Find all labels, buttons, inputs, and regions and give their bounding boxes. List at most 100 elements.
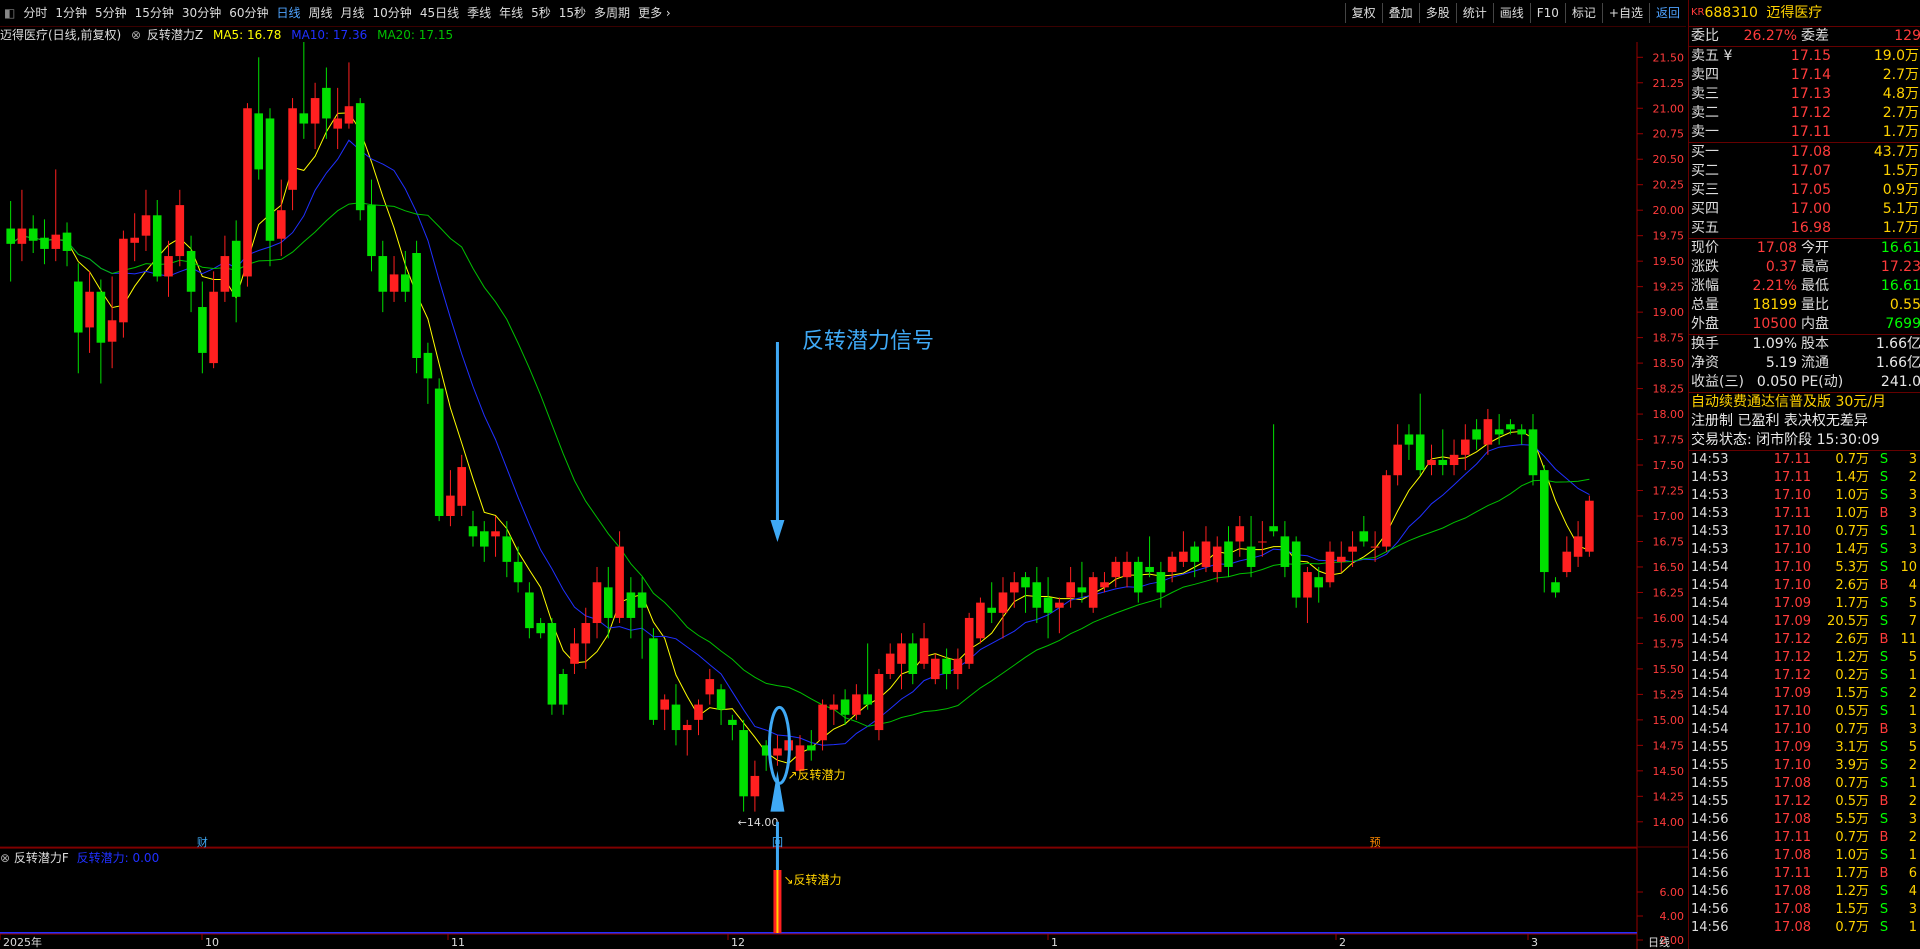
buy-volume: 43.7万 (1873, 144, 1919, 160)
period-tab-6[interactable]: 日线 (272, 3, 304, 23)
tick-row: 14:53 17.11 1.0万 B 3 (1689, 505, 1920, 523)
sub-signal-label: ↘反转潜力 (783, 872, 841, 887)
period-tab-15[interactable]: 多周期 (590, 3, 634, 23)
period-tab-5[interactable]: 60分钟 (225, 3, 272, 23)
tick-volume: 1.4万 (1835, 542, 1869, 557)
period-tab-14[interactable]: 15秒 (555, 3, 590, 23)
tick-row: 14:54 17.10 0.7万 B 3 (1689, 721, 1920, 739)
period-tab-4[interactable]: 30分钟 (178, 3, 225, 23)
tick-count: 2 (1908, 686, 1917, 701)
indicator-name[interactable]: 反转潜力Z (147, 28, 203, 42)
toolbar-button-7[interactable]: +自选 (1601, 3, 1649, 23)
tick-count: 4 (1908, 578, 1917, 593)
sell-label: 卖五 ¥ (1691, 48, 1733, 64)
candle-body (6, 228, 16, 244)
toolbar-button-1[interactable]: 叠加 (1381, 3, 1419, 23)
tick-direction: B (1879, 794, 1889, 809)
chart-legend: 迈得医疗(日线,前复权) ⊗ 反转潜力Z MA5: 16.78 MA10: 17… (0, 26, 459, 42)
tick-volume: 0.2万 (1835, 668, 1869, 683)
toolbar-button-2[interactable]: 多股 (1418, 3, 1456, 23)
tick-time: 14:55 (1691, 758, 1729, 773)
quote-panel: KR688310 迈得医疗 委比 26.27% 委差 129 卖五 ¥ 17.15… (1688, 0, 1920, 949)
candle-body (739, 730, 748, 797)
period-tab-13[interactable]: 5秒 (527, 3, 555, 23)
kline-chart[interactable]: 21.50 21.25 21.00 20.75 20.50 20.25 20.00 19.75… (0, 42, 1688, 949)
tick-price: 17.10 (1773, 488, 1811, 503)
candle-body (615, 546, 624, 618)
buy-orders: 买一 17.08 43.7万 买二 17.07 1.5万 买三 17.05 0.9万 买四 17.0… (1689, 142, 1920, 238)
candle-body (401, 274, 410, 292)
toolbar-button-3[interactable]: 统计 (1455, 3, 1493, 23)
y-tick-label: 15.00 (1653, 714, 1685, 727)
period-tab-12[interactable]: 年线 (495, 3, 527, 23)
tick-price: 17.12 (1773, 632, 1811, 647)
stock-code: 688310 (1704, 5, 1758, 21)
candle-body (1145, 566, 1154, 573)
period-tab-7[interactable]: 周线 (305, 3, 337, 23)
candle-body (1224, 541, 1233, 567)
toolbar-button-4[interactable]: 画线 (1492, 3, 1530, 23)
y-tick-label: 20.75 (1653, 128, 1685, 141)
tick-time: 14:53 (1691, 470, 1729, 485)
tick-time: 14:53 (1691, 488, 1729, 503)
candle-body (953, 658, 963, 674)
sub-indicator-name[interactable]: 反转潜力F (14, 851, 69, 865)
tick-time: 14:56 (1691, 830, 1729, 845)
yu-marker: 预 (1370, 836, 1381, 849)
tick-row: 14:53 17.10 1.0万 S 3 (1689, 487, 1920, 505)
toolbar-button-8[interactable]: 返回 (1648, 3, 1686, 23)
candle-body (28, 228, 38, 241)
period-tab-3[interactable]: 15分钟 (131, 3, 178, 23)
tick-count: 1 (1908, 668, 1917, 683)
period-tab-0[interactable]: 分时 (19, 3, 51, 23)
period-tab-16[interactable]: 更多 › (634, 3, 675, 23)
tick-list[interactable]: 14:53 17.11 0.7万 S 3 14:53 17.11 1.4万 S 2 14:53 17.… (1689, 450, 1920, 937)
candle-body (863, 694, 872, 705)
period-tab-10[interactable]: 45日线 (416, 3, 463, 23)
period-tab-1[interactable]: 1分钟 (51, 3, 91, 23)
tick-price: 17.12 (1773, 650, 1811, 665)
tick-volume: 0.5万 (1835, 794, 1869, 809)
candle-body (942, 658, 951, 674)
tick-row: 14:53 17.11 1.4万 S 2 (1689, 469, 1920, 487)
candle-body (1303, 572, 1312, 598)
promo-banner[interactable]: 自动续费通达信普及版 30元/月 (1689, 392, 1920, 412)
period-tab-8[interactable]: 月线 (337, 3, 369, 23)
x-tick-label: 11 (451, 936, 465, 949)
candle-body (1111, 561, 1121, 578)
y-tick-label: 19.75 (1653, 230, 1685, 243)
tick-volume: 0.5万 (1835, 704, 1869, 719)
tick-time: 14:53 (1691, 542, 1729, 557)
tick-count: 5 (1908, 740, 1917, 755)
toolbar-button-0[interactable]: 复权 (1344, 3, 1382, 23)
candle-body (74, 281, 83, 333)
toolbar-toggle-icon[interactable]: ◧ (0, 3, 19, 23)
tick-time: 14:55 (1691, 740, 1729, 755)
y-tick-label: 18.50 (1653, 357, 1685, 370)
fund-label: 收益(三) (1691, 374, 1744, 390)
period-tab-11[interactable]: 季线 (463, 3, 495, 23)
annotations: ← 21.70←14.00↗反转潜力财回预 (197, 342, 1381, 872)
toolbar-button-5[interactable]: F10 (1529, 3, 1565, 23)
promo-text[interactable]: 自动续费通达信普及版 30元/月 (1689, 393, 1886, 412)
candle-body (829, 704, 839, 710)
y-tick-label: 15.75 (1653, 637, 1685, 650)
tick-volume: 20.5万 (1827, 614, 1869, 629)
sell-orders: 卖五 ¥17.15 19.0万 卖四 17.14 2.7万 卖三 17.13 4.8万 卖二 17… (1689, 46, 1920, 142)
x-tick-label: 2 (1339, 936, 1346, 949)
tick-row: 14:56 17.08 5.5万 S 3 (1689, 811, 1920, 829)
sub-gear-icon[interactable]: ⊗ (0, 851, 10, 865)
tick-time: 14:54 (1691, 686, 1729, 701)
quote-value: 18199 (1752, 297, 1797, 313)
sell-row-1: 卖四 17.14 2.7万 (1689, 66, 1920, 85)
indicator-gear-icon[interactable]: ⊗ (131, 28, 141, 42)
candle-body (1246, 546, 1256, 567)
quote-value: 17.23 (1880, 259, 1920, 275)
ma20-value: MA20: 17.15 (377, 28, 454, 42)
period-tab-9[interactable]: 10分钟 (369, 3, 416, 23)
period-tab-2[interactable]: 5分钟 (91, 3, 131, 23)
tick-time: 14:56 (1691, 866, 1729, 881)
toolbar-button-6[interactable]: 标记 (1564, 3, 1602, 23)
fund-label: PE(动) (1801, 374, 1844, 390)
fund-value: 5.19 (1765, 355, 1797, 371)
